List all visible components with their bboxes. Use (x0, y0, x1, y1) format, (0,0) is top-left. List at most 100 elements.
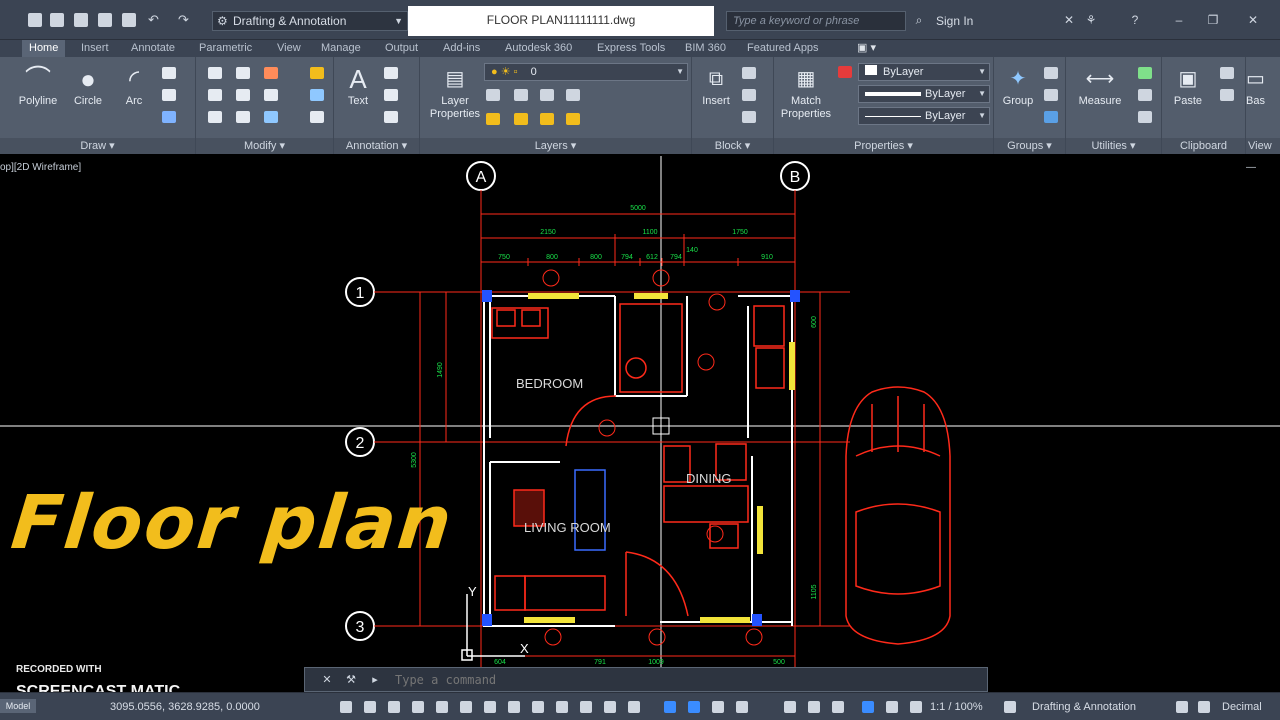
layer-tool-icon[interactable] (486, 113, 500, 125)
tab-express-tools[interactable]: Express Tools (590, 40, 672, 57)
tab-add-ins[interactable]: Add-ins (436, 40, 487, 57)
rotate-icon[interactable] (236, 67, 250, 79)
clean-screen-icon[interactable] (832, 701, 844, 713)
redo-icon[interactable]: ↷ (178, 13, 192, 27)
object-snap-tracking-icon[interactable] (484, 701, 496, 713)
stretch-icon[interactable] (208, 111, 222, 123)
table-icon[interactable] (384, 111, 398, 123)
tab-autodesk-360[interactable]: Autodesk 360 (498, 40, 579, 57)
print-icon[interactable] (122, 13, 136, 27)
sign-in-link[interactable]: Sign In (936, 14, 973, 28)
utilities-panel-title[interactable]: Utilities ▾ (1066, 138, 1161, 154)
drawing-canvas[interactable]: op][2D Wireframe] — A B 1 2 3 5000 2150 … (0, 156, 1280, 692)
annotation-panel-title[interactable]: Annotation ▾ (334, 138, 419, 154)
array-icon[interactable] (264, 111, 278, 123)
annotation-scale[interactable]: 1:1 / 100% (930, 701, 983, 713)
model-space-icon[interactable] (340, 701, 352, 713)
tab-manage[interactable]: Manage (314, 40, 368, 57)
copy-icon[interactable] (208, 89, 222, 101)
lineweight-icon[interactable] (532, 701, 544, 713)
clipboard-panel-title[interactable]: Clipboard (1162, 138, 1245, 154)
draw-panel-title[interactable]: Draw ▾ (0, 138, 195, 154)
tab-model[interactable]: Model (0, 699, 36, 713)
text-tool[interactable]: A Text (334, 63, 382, 108)
trim-icon[interactable] (264, 67, 278, 79)
units-icon[interactable] (886, 701, 898, 713)
isolate-icon[interactable] (784, 701, 796, 713)
dimension-icon[interactable] (384, 67, 398, 79)
ungroup-icon[interactable] (1044, 67, 1058, 79)
arc-tool[interactable]: ◜ Arc (110, 63, 158, 108)
quick-calc-icon[interactable] (1138, 67, 1152, 79)
edit-attributes-icon[interactable] (742, 111, 756, 123)
tab-home[interactable]: Home (22, 40, 66, 57)
save-icon[interactable] (74, 13, 88, 27)
edit-block-icon[interactable] (742, 89, 756, 101)
measure-tool[interactable]: ⟷ Measure (1072, 63, 1128, 108)
color-dropdown[interactable]: ByLayer ▼ (858, 63, 990, 81)
fullscreen-icon[interactable] (1198, 701, 1210, 713)
lock-ui-icon[interactable] (1004, 701, 1016, 713)
erase-icon[interactable] (310, 67, 324, 79)
groups-panel-title[interactable]: Groups ▾ (994, 138, 1065, 154)
prompt-icon[interactable]: ▸ (367, 672, 383, 688)
match-properties-tool[interactable]: ▦ Match Properties (778, 63, 834, 121)
fillet-icon[interactable] (264, 89, 278, 101)
help-icon[interactable]: ? (1128, 13, 1142, 27)
layer-properties-tool[interactable]: ▤ Layer Properties (426, 63, 484, 121)
line-icon[interactable] (162, 67, 176, 79)
offset-icon[interactable] (310, 111, 324, 123)
gizmo-icon[interactable] (688, 701, 700, 713)
tab-featured-apps[interactable]: Featured Apps (740, 40, 826, 57)
tab-bim-360[interactable]: BIM 360 (678, 40, 733, 57)
close-icon[interactable]: ✕ (319, 672, 335, 688)
object-snap-icon[interactable] (508, 701, 520, 713)
tab-output[interactable]: Output (378, 40, 425, 57)
exchange-apps-icon[interactable]: ✕ (1062, 13, 1076, 27)
layer-tool-icon[interactable] (540, 89, 554, 101)
restore-icon[interactable]: ❐ (1206, 13, 1220, 27)
hatch-icon[interactable] (162, 111, 176, 123)
open-folder-icon[interactable] (50, 13, 64, 27)
mirror-icon[interactable] (236, 89, 250, 101)
a360-icon[interactable]: ⚘ (1084, 13, 1098, 27)
quick-properties-icon[interactable] (910, 701, 922, 713)
tab-annotate[interactable]: Annotate (124, 40, 182, 57)
annotation-monitor-icon[interactable] (862, 701, 874, 713)
new-file-icon[interactable] (28, 13, 42, 27)
units-readout[interactable]: Decimal (1222, 701, 1262, 713)
hardware-acceleration-icon[interactable] (808, 701, 820, 713)
cut-icon[interactable] (1220, 67, 1234, 79)
properties-panel-title[interactable]: Properties ▾ (774, 138, 993, 154)
ortho-icon[interactable] (412, 701, 424, 713)
leader-icon[interactable] (384, 89, 398, 101)
3d-osnap-icon[interactable] (604, 701, 616, 713)
tab-insert[interactable]: Insert (74, 40, 116, 57)
tab-view[interactable]: View (270, 40, 308, 57)
block-panel-title[interactable]: Block ▾ (692, 138, 773, 154)
paste-tool[interactable]: ▣ Paste (1164, 63, 1212, 108)
auto-scale-icon[interactable] (736, 701, 748, 713)
polar-icon[interactable] (436, 701, 448, 713)
group-tool[interactable]: ✦ Group (994, 63, 1042, 108)
layer-tool-icon[interactable] (566, 89, 580, 101)
minimize-icon[interactable]: – (1172, 13, 1186, 27)
create-block-icon[interactable] (742, 67, 756, 79)
close-icon[interactable]: ✕ (1246, 13, 1260, 27)
transparency-icon[interactable] (556, 701, 568, 713)
circle-tool[interactable]: ● Circle (64, 63, 112, 108)
search-input[interactable]: Type a keyword or phrase (726, 11, 906, 31)
id-point-icon[interactable] (1138, 111, 1152, 123)
point-icon[interactable] (1138, 89, 1152, 101)
move-icon[interactable] (208, 67, 222, 79)
view-panel-title[interactable]: View (1246, 138, 1280, 154)
polyline-tool[interactable]: ⌒ Polyline (14, 63, 62, 108)
save-as-icon[interactable] (98, 13, 112, 27)
group-select-icon[interactable] (1044, 111, 1058, 123)
undo-icon[interactable]: ↶ (148, 13, 162, 27)
explode-icon[interactable] (310, 89, 324, 101)
grid-icon[interactable] (364, 701, 376, 713)
selection-filter-icon[interactable] (664, 701, 676, 713)
workspace-dropdown[interactable]: ⚙ Drafting & Annotation ▼ (212, 11, 408, 31)
layer-tool-icon[interactable] (514, 113, 528, 125)
